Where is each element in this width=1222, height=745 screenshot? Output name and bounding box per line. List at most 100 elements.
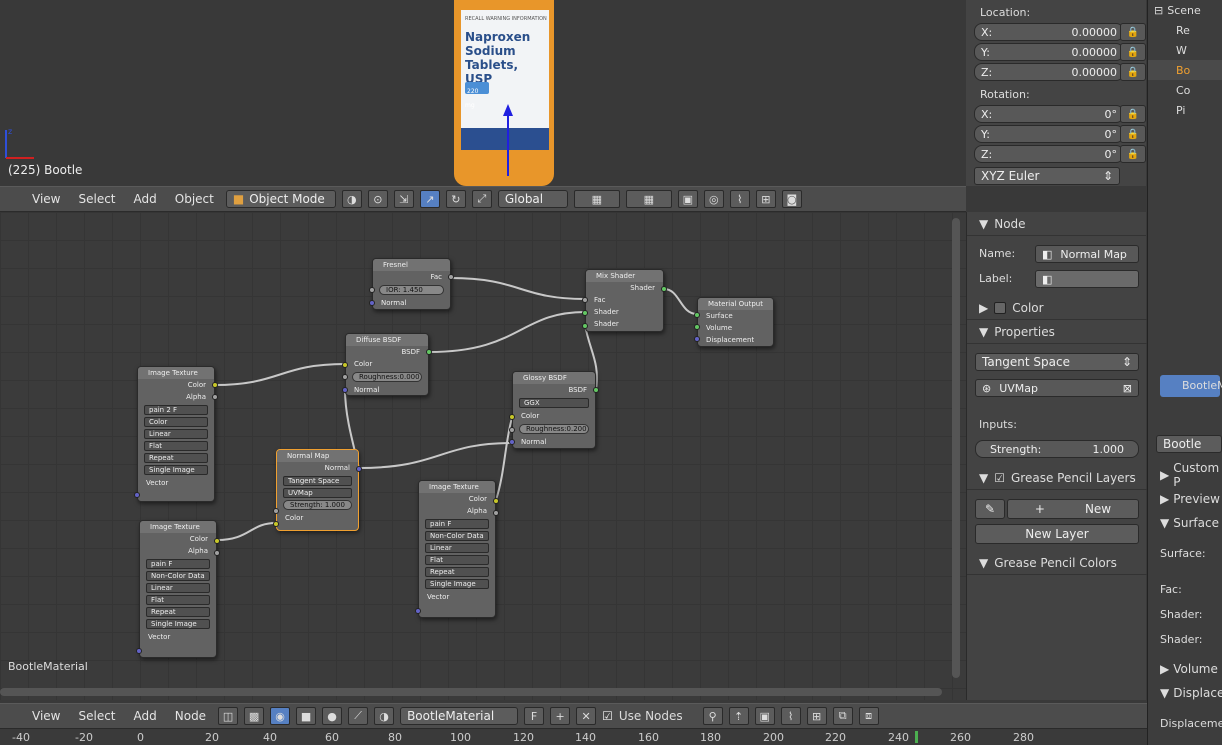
socket-out[interactable] — [212, 382, 218, 388]
panel-preview[interactable]: ▶ Preview — [1148, 487, 1220, 511]
layers2-icon[interactable]: ▦ — [625, 190, 672, 208]
proportional-icon[interactable]: ◎ — [703, 190, 724, 208]
menu-view[interactable]: View — [26, 192, 66, 206]
panel-grease-pencil-layers[interactable]: ▼ ☑ Grease Pencil Layers — [967, 466, 1147, 490]
material-slot[interactable]: BootleM — [1160, 375, 1222, 397]
color-checkbox[interactable] — [994, 301, 1007, 314]
collapse-icon[interactable]: ⊟ — [1154, 4, 1163, 17]
colorspace-select[interactable]: Non-Color Data — [146, 571, 210, 581]
texture-type-icon[interactable]: ▩ — [244, 707, 265, 725]
shading-icon[interactable]: ◑ — [341, 190, 362, 208]
interpolation-select[interactable]: Linear — [425, 543, 489, 553]
socket-in[interactable] — [509, 439, 515, 445]
z-axis-arrow-icon[interactable] — [503, 104, 513, 116]
interpolation-select[interactable]: Linear — [146, 583, 210, 593]
socket-in[interactable] — [369, 300, 375, 306]
panel-properties[interactable]: ▼ Properties — [967, 320, 1147, 344]
location-z-field[interactable]: Z: 0.00000 — [974, 63, 1124, 81]
socket-out[interactable] — [214, 550, 220, 556]
lock-loc-x-icon[interactable]: 🔒 — [1120, 23, 1146, 41]
lock-loc-y-icon[interactable]: 🔒 — [1120, 43, 1146, 61]
socket-in[interactable] — [582, 323, 588, 329]
node-image-texture[interactable]: Image Texture Color Alpha pain 2 F Color… — [134, 366, 218, 502]
socket-in[interactable] — [694, 324, 700, 330]
strength-field[interactable]: Strength: 1.000 — [975, 440, 1139, 458]
fake-user-button[interactable]: F — [524, 707, 545, 725]
space-select[interactable]: Tangent Space ⇕ — [975, 353, 1139, 371]
rotation-z-field[interactable]: Z: 0° — [974, 145, 1124, 163]
panel-color[interactable]: ▶ Color — [967, 296, 1147, 320]
lock-rot-z-icon[interactable]: 🔒 — [1120, 145, 1146, 163]
socket-in[interactable] — [694, 336, 700, 342]
z-axis-gizmo-line[interactable] — [507, 110, 509, 176]
projection-select[interactable]: Flat — [425, 555, 489, 565]
socket-out[interactable] — [661, 286, 667, 292]
colorspace-select[interactable]: Non-Color Data — [425, 531, 489, 541]
material-icon[interactable]: ◑ — [374, 707, 395, 725]
rotate-icon[interactable]: ↻ — [445, 190, 466, 208]
compositor-type-icon[interactable]: ◉ — [270, 707, 291, 725]
interpolation-select[interactable]: Linear — [144, 429, 208, 439]
menu-object[interactable]: Object — [169, 192, 220, 206]
extension-select[interactable]: Repeat — [425, 567, 489, 577]
use-nodes-checkbox[interactable]: ☑ — [602, 709, 613, 723]
outliner-item[interactable]: W — [1148, 40, 1222, 60]
uvmap-select[interactable]: UVMap — [283, 488, 352, 498]
socket-in[interactable] — [342, 374, 348, 380]
socket-in[interactable] — [134, 492, 140, 498]
extension-select[interactable]: Repeat — [146, 607, 210, 617]
source-select[interactable]: Single Image — [425, 579, 489, 589]
location-y-field[interactable]: Y: 0.00000 — [974, 43, 1124, 61]
unlink-icon[interactable]: ✕ — [576, 707, 597, 725]
material-name-field[interactable]: BootleMaterial — [400, 707, 519, 725]
socket-out[interactable] — [426, 349, 432, 355]
outliner-item[interactable]: ⊟ Scene — [1148, 0, 1222, 20]
source-select[interactable]: Single Image — [144, 465, 208, 475]
pivot-icon[interactable]: ⊙ — [367, 190, 388, 208]
menu-select[interactable]: Select — [72, 709, 121, 723]
roughness-field[interactable]: Roughness:0.200 — [519, 424, 589, 434]
colorspace-select[interactable]: Color — [144, 417, 208, 427]
space-select[interactable]: Tangent Space — [283, 476, 352, 486]
projection-select[interactable]: Flat — [144, 441, 208, 451]
socket-in[interactable] — [273, 508, 279, 514]
material-select[interactable]: Bootle — [1156, 435, 1222, 453]
lock-rot-x-icon[interactable]: 🔒 — [1120, 105, 1146, 123]
pencil-icon[interactable]: ✎ — [975, 499, 1005, 519]
panel-node[interactable]: ▼ Node — [967, 212, 1146, 236]
panel-volume[interactable]: ▶ Volume — [1148, 657, 1218, 681]
scale-icon[interactable]: ⤢ — [471, 190, 492, 208]
socket-in[interactable] — [342, 362, 348, 368]
pin-icon[interactable]: ⚲ — [702, 707, 723, 725]
menu-select[interactable]: Select — [72, 192, 121, 206]
socket-in[interactable] — [509, 414, 515, 420]
node-fresnel[interactable]: Fresnel Fac IOR: 1.450 Normal — [369, 258, 454, 310]
location-x-field[interactable]: X: 0.00000 — [974, 23, 1124, 41]
socket-out[interactable] — [593, 387, 599, 393]
backdrop-icon[interactable]: ▣ — [754, 707, 775, 725]
name-field[interactable]: ◧ Normal Map — [1035, 245, 1139, 263]
label-field[interactable]: ◧ — [1035, 270, 1139, 288]
3d-viewport[interactable]: RECALL WARNING INFORMATION Naproxen Sodi… — [0, 0, 966, 186]
panel-custom-props[interactable]: ▶ Custom P — [1148, 461, 1222, 489]
rotation-y-field[interactable]: Y: 0° — [974, 125, 1124, 143]
socket-in[interactable] — [369, 287, 375, 293]
socket-out[interactable] — [212, 394, 218, 400]
extension-select[interactable]: Repeat — [144, 453, 208, 463]
gp-checkbox[interactable]: ☑ — [994, 471, 1005, 485]
paste-icon[interactable]: ⧈ — [858, 707, 879, 725]
new-button[interactable]: + New — [1007, 499, 1139, 519]
socket-in[interactable] — [694, 312, 700, 318]
socket-in[interactable] — [415, 608, 421, 614]
socket-out[interactable] — [493, 510, 499, 516]
horizontal-scrollbar[interactable] — [0, 688, 942, 696]
roughness-field[interactable]: Roughness:0.000 — [352, 372, 422, 382]
node-image-texture[interactable]: Image Texture Color Alpha pain F Non-Col… — [415, 480, 499, 618]
node-mix-shader[interactable]: Mix Shader Shader Fac Shader Shader — [582, 269, 667, 332]
lock-rot-y-icon[interactable]: 🔒 — [1120, 125, 1146, 143]
outliner-item[interactable]: Co — [1148, 80, 1222, 100]
node-material-output[interactable]: Material Output Surface Volume Displacem… — [694, 297, 774, 347]
mode-select[interactable]: ■ Object Mode — [225, 190, 336, 208]
node-editor[interactable]: Fresnel Fac IOR: 1.450 Normal Mix Shader… — [0, 212, 966, 700]
node-glossy-bsdf[interactable]: Glossy BSDF BSDF GGX Color Roughness:0.2… — [509, 371, 599, 449]
